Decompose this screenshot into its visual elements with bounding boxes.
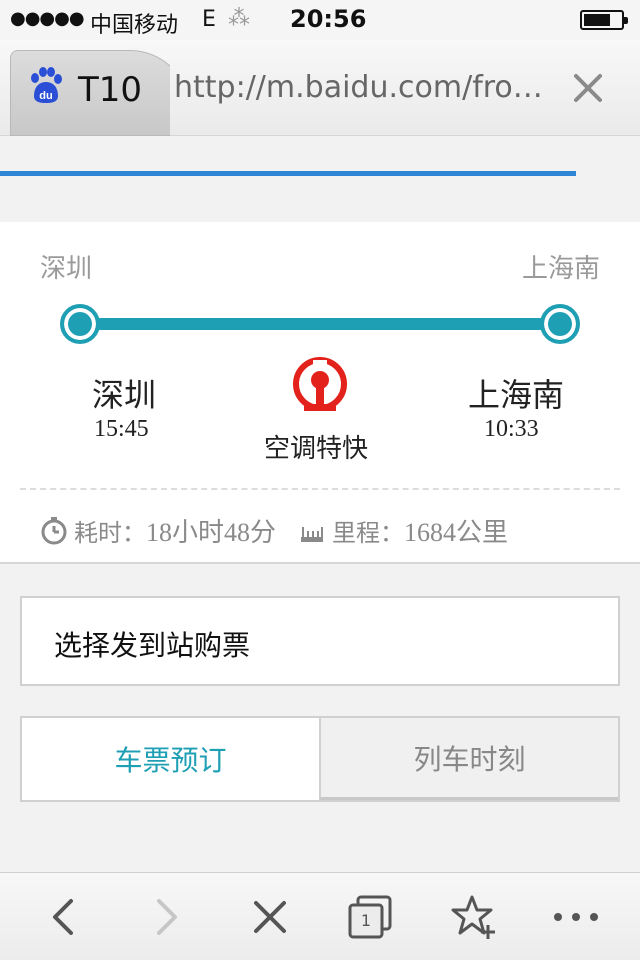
china-railway-logo-icon [293, 357, 347, 411]
departure-time: 15:45 [94, 416, 149, 442]
clock-icon [41, 516, 67, 544]
baidu-paw-icon: du [31, 67, 62, 103]
browser-toolbar: 1 [0, 872, 640, 960]
close-icon [254, 901, 286, 933]
tab-count: 1 [360, 911, 372, 930]
tabs-button[interactable]: 1 [346, 893, 394, 941]
close-icon [574, 74, 602, 102]
arrival-time: 10:33 [484, 416, 539, 442]
departure-station: 深圳 [92, 376, 157, 414]
back-button[interactable] [40, 893, 88, 941]
route-end-dot [540, 304, 580, 344]
stop-button[interactable] [246, 893, 294, 941]
svg-text:du: du [39, 90, 52, 102]
train-info-card: 深圳 上海南 深圳 15:45 空调特快 上海南 10:33 耗时： 18小时4… [0, 222, 640, 564]
distance-value: 1684公里 [404, 518, 509, 547]
arrival-station: 上海南 [468, 376, 565, 414]
bookmark-button[interactable] [450, 893, 498, 941]
route-start-dot [60, 304, 100, 344]
battery-icon [580, 10, 628, 30]
chevron-left-icon [53, 899, 73, 935]
tab-ticket-booking[interactable]: 车票预订 [22, 718, 319, 800]
route-start-label: 深圳 [40, 254, 93, 284]
tab-train-schedule[interactable]: 列车时刻 [319, 718, 618, 800]
train-type: 空调特快 [264, 434, 369, 464]
route-end-label: 上海南 [521, 254, 600, 284]
ruler-icon [301, 526, 324, 542]
distance-label: 里程： [332, 519, 405, 547]
chevron-right-icon [157, 899, 177, 935]
more-button[interactable] [552, 893, 600, 941]
route-line [80, 318, 560, 330]
carrier-name: 中国移动 [90, 13, 179, 38]
url-field[interactable]: http://m.baidu.com/fro… [174, 70, 543, 105]
divider [20, 488, 620, 490]
select-station-button[interactable]: 选择发到站购票 [20, 596, 620, 686]
signal-strength: ●●●●● [10, 8, 85, 29]
duration-value: 18小时48分 [146, 518, 277, 547]
forward-button[interactable] [142, 893, 190, 941]
activity-icon: ⁂ [228, 6, 250, 31]
ticket-tabs: 车票预订 列车时刻 [20, 716, 620, 802]
close-tab-button[interactable] [568, 68, 608, 108]
tab-title: T10 [78, 70, 143, 110]
browser-bar: du T10 http://m.baidu.com/fro… [0, 40, 640, 176]
network-type: E [202, 7, 216, 32]
more-icon [554, 913, 598, 921]
page-load-progress [0, 171, 576, 176]
trip-meta: 耗时： 18小时48分 里程： 1684公里 [40, 512, 508, 549]
browser-tab[interactable]: du T10 [0, 40, 170, 136]
duration-label: 耗时： [74, 519, 146, 547]
star-add-icon [451, 895, 495, 939]
status-time: 20:56 [290, 5, 367, 33]
status-bar: ●●●●● 中国移动 E ⁂ 20:56 [0, 0, 640, 40]
